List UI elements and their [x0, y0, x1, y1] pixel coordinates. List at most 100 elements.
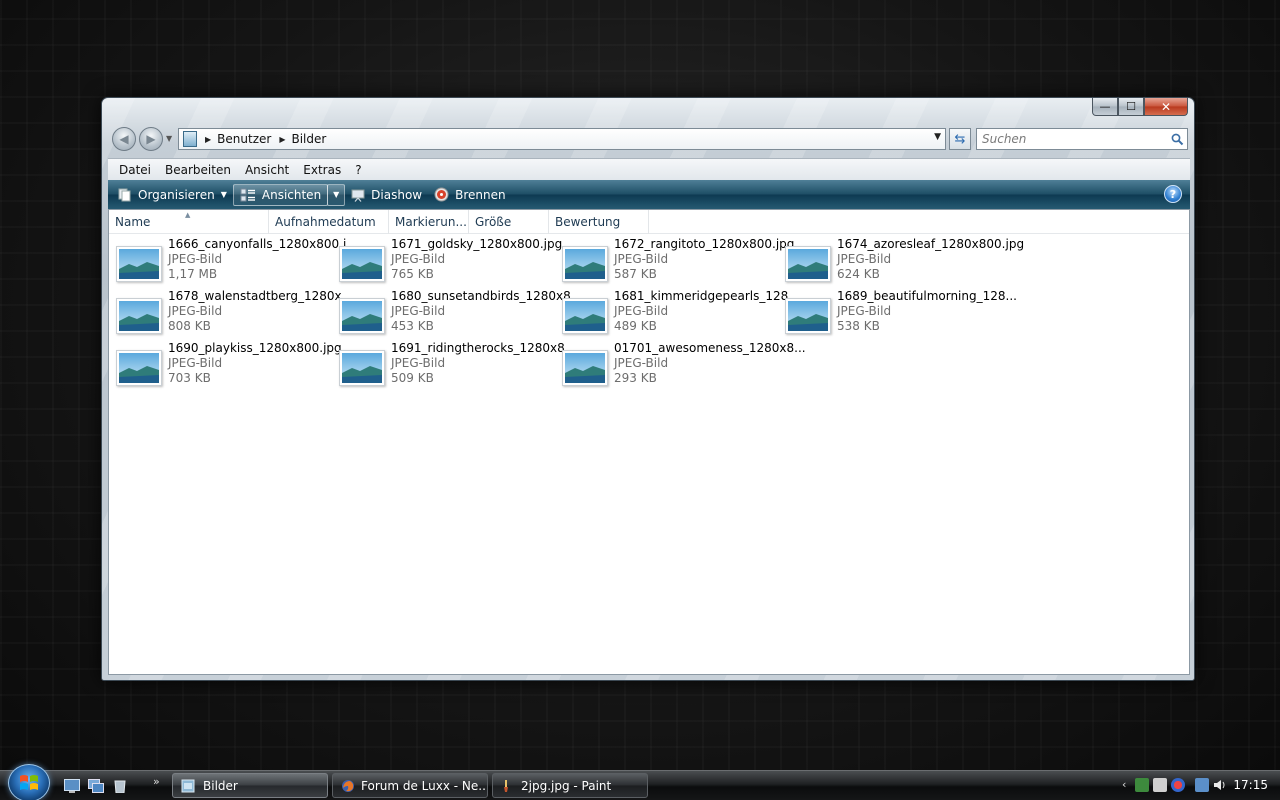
- organize-label: Organisieren: [138, 187, 215, 202]
- file-type: JPEG-Bild: [614, 356, 669, 370]
- maximize-button[interactable]: ☐: [1118, 98, 1144, 116]
- file-item[interactable]: 01701_awesomeness_1280x8... JPEG-Bild 293 …: [555, 338, 806, 386]
- show-desktop-icon[interactable]: [64, 779, 80, 793]
- file-size: 765 KB: [391, 267, 434, 281]
- image-thumbnail-icon: [339, 246, 385, 282]
- address-dropdown-icon[interactable]: ▼: [934, 132, 941, 142]
- firefox-icon: [341, 779, 355, 793]
- system-tray: ‹ 17:15: [1115, 771, 1280, 800]
- file-type: JPEG-Bild: [168, 304, 223, 318]
- file-name: 1674_azoresleaf_1280x800.jpg: [837, 237, 1025, 251]
- file-name: 1680_sunsetandbirds_1280x8...: [391, 289, 583, 303]
- start-button[interactable]: [8, 764, 50, 800]
- file-item[interactable]: 1678_walenstadtberg_1280x... JPEG-Bild 808…: [109, 286, 353, 334]
- minimize-button[interactable]: —: [1092, 98, 1118, 116]
- file-type: JPEG-Bild: [168, 252, 223, 266]
- slideshow-icon: [351, 188, 365, 202]
- menu-help[interactable]: ?: [348, 163, 368, 177]
- column-name-label: Name: [115, 215, 151, 229]
- taskbar: » Bilder Forum de Luxx - Ne... 2jpg.jpg …: [0, 764, 1280, 800]
- file-item[interactable]: 1674_azoresleaf_1280x800.jpg JPEG-Bild 624…: [778, 234, 1024, 282]
- column-tags-label: Markierun...: [395, 215, 467, 229]
- column-date-taken-label: Aufnahmedatum: [275, 215, 376, 229]
- forward-button[interactable]: ▶: [139, 127, 163, 151]
- views-icon: [240, 188, 256, 202]
- column-tags[interactable]: Markierun...: [389, 210, 469, 234]
- image-thumbnail-icon: [116, 246, 162, 282]
- task-bilder[interactable]: Bilder: [172, 773, 328, 798]
- column-size[interactable]: Größe: [469, 210, 549, 234]
- tray-app-icon[interactable]: [1135, 778, 1149, 792]
- column-date-taken[interactable]: Aufnahmedatum: [269, 210, 389, 234]
- file-item[interactable]: 1680_sunsetandbirds_1280x8... JPEG-Bild 45…: [332, 286, 582, 334]
- file-type: JPEG-Bild: [614, 304, 669, 318]
- file-size: 489 KB: [614, 319, 657, 333]
- task-paint-label: 2jpg.jpg - Paint: [521, 778, 612, 793]
- views-label: Ansichten: [261, 187, 322, 202]
- folder-location-icon: [183, 131, 197, 147]
- file-tiles: 1666_canyonfalls_1280x800.j... JPEG-Bild 1…: [109, 234, 1189, 674]
- breadcrumb-benutzer[interactable]: Benutzer: [217, 132, 271, 146]
- task-bilder-label: Bilder: [203, 778, 238, 793]
- slideshow-button[interactable]: Diashow: [345, 184, 428, 206]
- image-thumbnail-icon: [562, 298, 608, 334]
- file-size: 1,17 MB: [168, 267, 218, 281]
- switch-windows-icon[interactable]: [88, 779, 104, 793]
- tray-app-icon[interactable]: [1171, 778, 1185, 792]
- organize-button[interactable]: Organisieren ▼: [112, 184, 233, 206]
- task-paint[interactable]: 2jpg.jpg - Paint: [492, 773, 648, 798]
- column-headers: ▲ Name Aufnahmedatum Markierun... Größe …: [109, 210, 1189, 234]
- close-button[interactable]: ✕: [1144, 98, 1188, 116]
- burn-button[interactable]: Brennen: [428, 184, 511, 206]
- help-button[interactable]: ?: [1164, 185, 1182, 203]
- command-bar: Organisieren ▼ Ansichten ▼ Diashow Brenn…: [108, 180, 1190, 209]
- column-rating-label: Bewertung: [555, 215, 621, 229]
- sort-ascending-icon: ▲: [185, 211, 191, 219]
- tray-expand-button[interactable]: ‹: [1122, 778, 1126, 791]
- breadcrumb-bilder[interactable]: Bilder: [291, 132, 326, 146]
- network-icon[interactable]: [1195, 778, 1209, 792]
- file-item[interactable]: 1691_ridingtherocks_1280x8... JPEG-Bild 50…: [332, 338, 576, 386]
- refresh-icon: ⇆: [954, 131, 966, 147]
- file-item[interactable]: 1666_canyonfalls_1280x800.j... JPEG-Bild 1…: [109, 234, 358, 282]
- file-item[interactable]: 1689_beautifulmorning_128... JPEG-Bild 538…: [778, 286, 1017, 334]
- tray-app-icon[interactable]: [1153, 778, 1167, 792]
- file-item[interactable]: 1690_playkiss_1280x800.jpg JPEG-Bild 703 K…: [109, 338, 342, 386]
- menu-bearbeiten[interactable]: Bearbeiten: [158, 163, 238, 177]
- breadcrumb-arrow-icon[interactable]: ▶: [205, 135, 211, 144]
- file-name: 1689_beautifulmorning_128...: [837, 289, 1017, 303]
- file-type: JPEG-Bild: [614, 252, 669, 266]
- menu-ansicht[interactable]: Ansicht: [238, 163, 296, 177]
- menu-datei[interactable]: Datei: [112, 163, 158, 177]
- file-item[interactable]: 1671_goldsky_1280x800.jpg JPEG-Bild 765 KB: [332, 234, 562, 282]
- quicklaunch-more-button[interactable]: »: [153, 775, 160, 788]
- search-input[interactable]: [977, 132, 1167, 146]
- column-rating[interactable]: Bewertung: [549, 210, 649, 234]
- recycle-bin-icon[interactable]: [112, 779, 128, 793]
- image-thumbnail-icon: [562, 350, 608, 386]
- file-item[interactable]: 1681_kimmeridgepearls_128... JPEG-Bild 489…: [555, 286, 800, 334]
- back-button[interactable]: ◀: [112, 127, 136, 151]
- image-thumbnail-icon: [785, 246, 831, 282]
- views-button[interactable]: Ansichten: [232, 183, 329, 206]
- column-name[interactable]: ▲ Name: [109, 210, 269, 234]
- caption-buttons: — ☐ ✕: [1092, 98, 1188, 116]
- file-size: 808 KB: [168, 319, 211, 333]
- refresh-button[interactable]: ⇆: [949, 128, 971, 150]
- task-firefox[interactable]: Forum de Luxx - Ne...: [332, 773, 488, 798]
- volume-icon[interactable]: [1213, 778, 1227, 792]
- clock[interactable]: 17:15: [1233, 778, 1268, 792]
- breadcrumb-arrow-icon[interactable]: ▶: [279, 135, 285, 144]
- recent-pages-dropdown[interactable]: ▼: [166, 134, 172, 143]
- file-size: 538 KB: [837, 319, 880, 333]
- views-dropdown-button[interactable]: ▼: [327, 183, 346, 206]
- file-size: 624 KB: [837, 267, 880, 281]
- file-name: 1672_rangitoto_1280x800.jpg: [614, 237, 795, 251]
- file-size: 587 KB: [614, 267, 657, 281]
- search-icon[interactable]: [1167, 133, 1187, 146]
- menu-extras[interactable]: Extras: [296, 163, 348, 177]
- address-bar[interactable]: ▶ Benutzer ▶ Bilder ▼: [178, 128, 946, 150]
- burn-disc-icon: [434, 187, 449, 202]
- chevron-down-icon: ▼: [220, 190, 227, 199]
- file-item[interactable]: 1672_rangitoto_1280x800.jpg JPEG-Bild 587 …: [555, 234, 794, 282]
